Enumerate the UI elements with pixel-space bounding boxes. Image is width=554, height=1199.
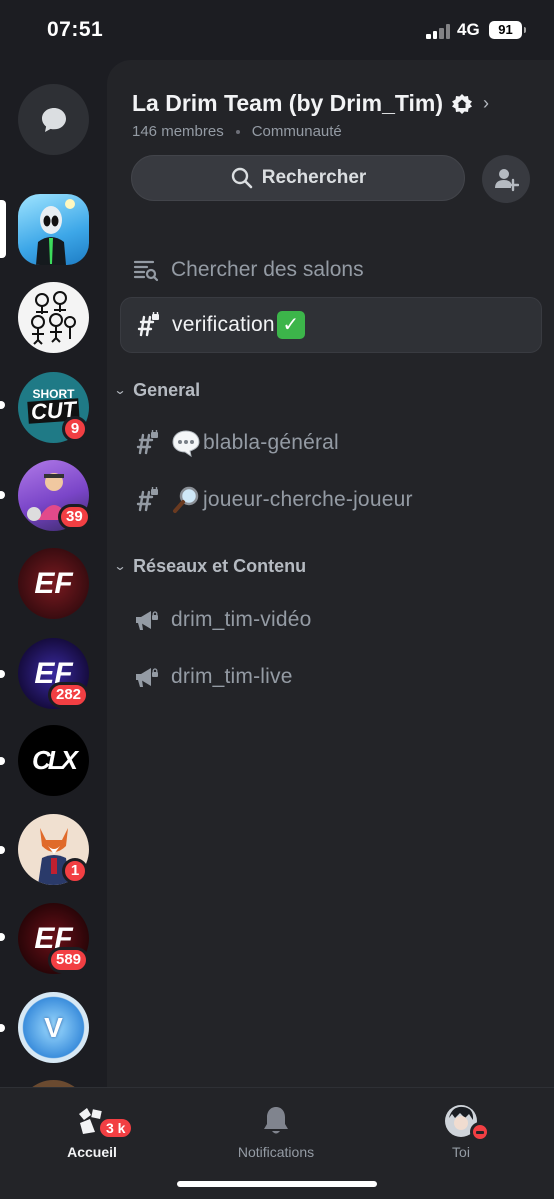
server-vbucks-button[interactable]: V <box>18 992 89 1063</box>
server-type: Communauté <box>251 123 342 140</box>
battery-icon: 91 <box>489 21 526 39</box>
locked-text-channel-icon <box>136 430 158 455</box>
tab-home[interactable]: Accueil <box>22 1104 162 1160</box>
tab-label: Notifications <box>237 1144 315 1160</box>
tab-notifications[interactable]: Notifications <box>206 1104 346 1160</box>
battery-level: 91 <box>498 22 513 37</box>
channel-drim-tim-video[interactable]: drim_tim-vidéo <box>120 592 542 648</box>
locked-text-channel-icon <box>137 312 159 337</box>
bell-icon <box>264 1107 288 1134</box>
channel-label: blabla-général <box>203 431 339 454</box>
signal-icon <box>426 23 452 39</box>
check-mark-emoji: ✓ <box>276 311 305 339</box>
network-label: 4G <box>457 20 480 39</box>
unread-badge: 1 <box>62 858 88 884</box>
category-label: Réseaux et Contenu <box>133 555 307 576</box>
category-reseaux-et-contenu[interactable]: ⌄ Réseaux et Contenu <box>113 552 307 580</box>
server-clx-logo: CLX <box>32 745 78 775</box>
channel-blabla-general[interactable]: blabla-général <box>120 415 542 471</box>
magnifying-glass-emoji <box>173 486 199 513</box>
server-ef-button[interactable]: EF <box>18 548 89 619</box>
invite-members-button[interactable] <box>482 155 530 203</box>
server-purple-button[interactable]: 39 <box>18 460 91 531</box>
unread-badge: 9 <box>62 416 88 442</box>
announcement-channel-icon <box>136 611 158 630</box>
chat-bubble-icon <box>41 107 66 132</box>
locked-text-channel-icon <box>136 487 158 512</box>
channel-joueur-cherche-joueur[interactable]: joueur-cherche-joueur <box>120 472 542 528</box>
server-header[interactable]: La Drim Team (by Drim_Tim) › <box>132 90 489 117</box>
channel-label: drim_tim-live <box>171 665 293 688</box>
separator-dot <box>235 129 240 134</box>
add-user-icon <box>495 169 519 192</box>
unread-badge: 282 <box>48 682 90 708</box>
search-label: Rechercher <box>261 167 367 188</box>
direct-messages-button[interactable] <box>18 84 89 155</box>
do-not-disturb-status-icon <box>470 1122 490 1142</box>
announcement-channel-icon <box>136 668 158 687</box>
channel-label: joueur-cherche-joueur <box>203 488 413 511</box>
unread-badge: 589 <box>48 947 90 973</box>
unread-dot <box>0 1024 5 1032</box>
server-ef-3-button[interactable]: EF 589 <box>18 903 90 974</box>
server-meta: 146 membres Communauté <box>132 123 342 140</box>
tab-label: Toi <box>452 1144 470 1160</box>
server-fox-button[interactable]: 1 <box>18 814 89 885</box>
channel-drim-tim-live[interactable]: drim_tim-live <box>120 649 542 705</box>
unread-dot <box>0 401 5 409</box>
unread-dot <box>0 491 5 499</box>
server-shortcut-button[interactable]: SHORT CUT 9 <box>18 372 89 443</box>
chevron-down-icon: ⌄ <box>113 559 127 573</box>
server-partial-button[interactable] <box>18 1080 89 1087</box>
server-alien-avatar <box>36 199 75 265</box>
category-general[interactable]: ⌄ General <box>113 376 201 404</box>
user-avatar <box>444 1104 490 1142</box>
browse-channels-icon <box>133 260 159 282</box>
channel-panel: La Drim Team (by Drim_Tim) › 146 membres… <box>107 60 554 1087</box>
chevron-down-icon: ⌄ <box>113 383 127 397</box>
unread-dot <box>0 757 5 765</box>
tab-label: Accueil <box>67 1144 117 1160</box>
chevron-right-icon: › <box>483 93 490 113</box>
speech-bubble-emoji <box>172 430 200 458</box>
tab-you[interactable]: Toi <box>391 1104 531 1160</box>
channel-verification[interactable]: verification ✓ <box>120 297 542 353</box>
community-badge-icon <box>452 93 473 114</box>
status-time: 07:51 <box>47 18 104 41</box>
search-button[interactable]: Rechercher <box>131 155 465 201</box>
home-unread-badge: 3 k <box>97 1116 135 1140</box>
search-icon <box>231 167 253 189</box>
server-ef-2-button[interactable]: EF 282 <box>18 638 90 709</box>
server-clx-button[interactable]: CLX <box>18 725 89 796</box>
server-sketch-button[interactable] <box>18 282 89 353</box>
server-ef-logo: EF <box>34 566 73 600</box>
unread-dot <box>0 846 5 854</box>
unread-dot <box>0 933 5 941</box>
member-count: 146 membres <box>132 123 224 140</box>
channel-label: verification <box>172 313 275 336</box>
server-rail: SHORT CUT 9 39 EF EF 282 CLX 1 EF 589 V <box>0 60 107 1087</box>
category-label: General <box>133 379 201 400</box>
server-vbucks-logo: V <box>44 1011 63 1043</box>
browse-channels-label: Chercher des salons <box>171 258 364 281</box>
channel-label: drim_tim-vidéo <box>171 608 312 631</box>
server-name: La Drim Team (by Drim_Tim) <box>132 90 444 116</box>
status-bar: 07:51 4G 91 <box>0 0 554 60</box>
unread-dot <box>0 670 5 678</box>
server-alien-button[interactable] <box>18 194 89 265</box>
unread-badge: 39 <box>58 504 91 530</box>
selected-indicator <box>0 200 6 258</box>
browse-channels-row[interactable]: Chercher des salons <box>133 254 364 286</box>
server-sketch-avatar <box>31 291 76 345</box>
home-indicator <box>177 1181 377 1187</box>
